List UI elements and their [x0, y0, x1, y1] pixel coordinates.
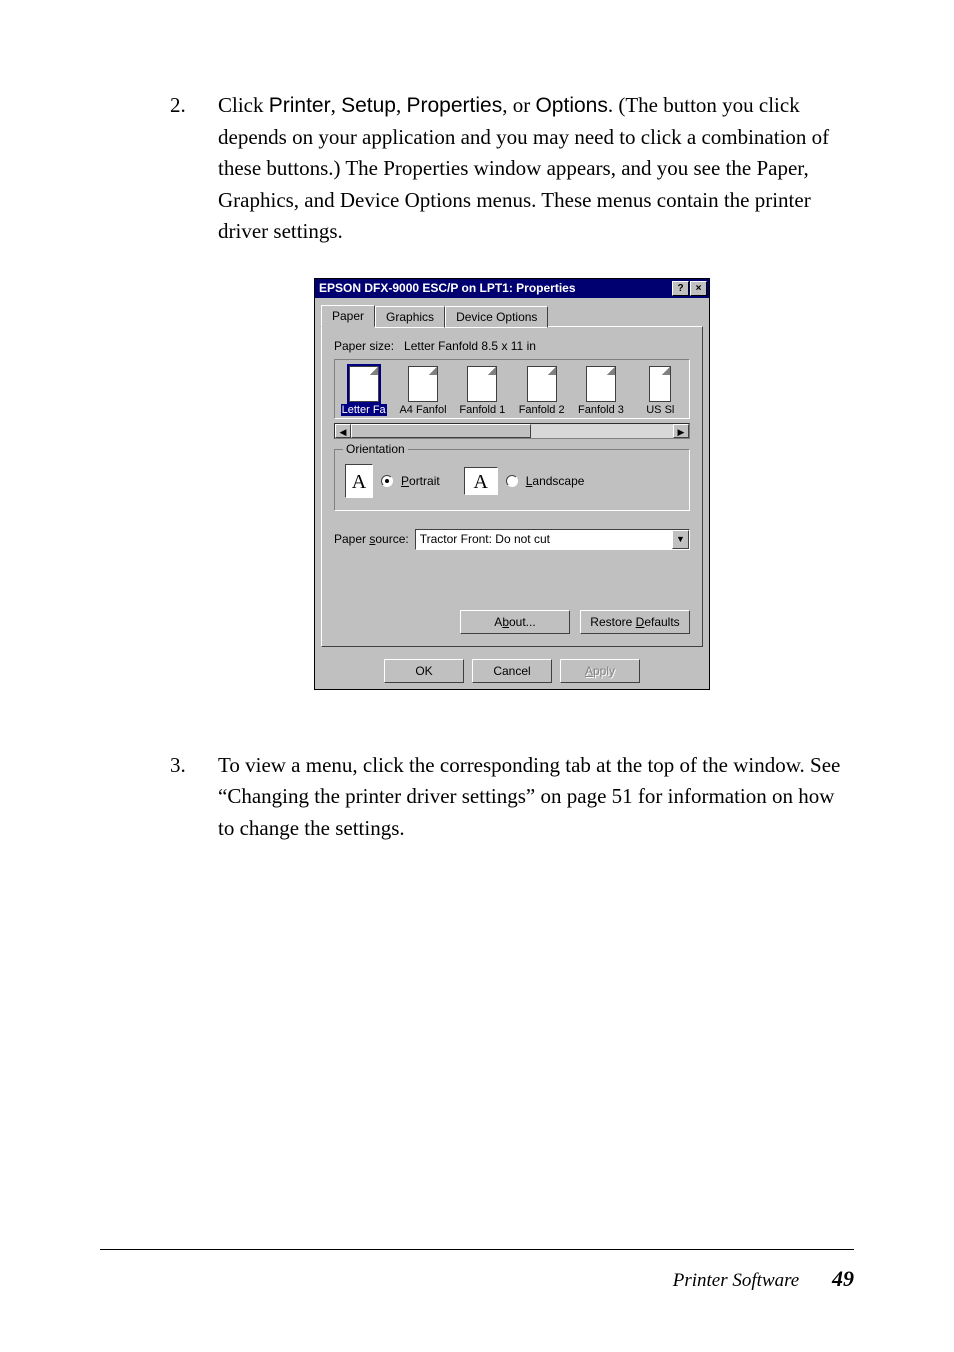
paper-label: Fanfold 2	[519, 404, 565, 416]
paper-size-value: Letter Fanfold 8.5 x 11 in	[404, 339, 536, 353]
restore-defaults-button[interactable]: Restore Defaults	[580, 610, 690, 634]
paper-icon	[649, 366, 671, 402]
step-3-number: 3.	[170, 750, 218, 845]
dialog-buttons: OK Cancel Apply	[315, 653, 709, 689]
paper-icon	[467, 366, 497, 402]
tab-page-paper: Paper size: Letter Fanfold 8.5 x 11 in L…	[321, 326, 703, 647]
footer-section: Printer Software	[673, 1270, 800, 1291]
text: , or	[502, 93, 535, 117]
portrait-icon: A	[345, 464, 373, 498]
paper-label: Letter Fa	[341, 404, 387, 416]
paper-icon	[527, 366, 557, 402]
portrait-label: Portrait	[401, 474, 440, 488]
step-3: 3. To view a menu, click the correspondi…	[170, 750, 854, 845]
paper-label: US Sl	[646, 404, 674, 416]
titlebar: EPSON DFX-9000 ESC/P on LPT1: Properties…	[315, 279, 709, 298]
titlebar-buttons: ? ×	[672, 281, 707, 296]
scroll-thumb[interactable]	[351, 424, 531, 438]
text: ,	[396, 93, 407, 117]
scroll-track[interactable]	[351, 424, 673, 438]
landscape-icon: A	[464, 467, 498, 495]
printer-word: Printer	[269, 94, 331, 117]
setup-word: Setup	[341, 94, 396, 117]
paper-item-f1[interactable]: Fanfold 1	[458, 366, 507, 416]
options-word: Options	[535, 94, 607, 117]
paper-icon	[408, 366, 438, 402]
dialog-wrapper: EPSON DFX-9000 ESC/P on LPT1: Properties…	[170, 278, 854, 690]
properties-dialog: EPSON DFX-9000 ESC/P on LPT1: Properties…	[314, 278, 710, 690]
about-button[interactable]: About...	[460, 610, 570, 634]
text: ,	[331, 93, 342, 117]
paper-label: Fanfold 1	[459, 404, 505, 416]
cancel-button[interactable]: Cancel	[472, 659, 552, 683]
paper-icon	[349, 366, 379, 402]
properties-word: Properties	[407, 94, 503, 117]
step-3-text: To view a menu, click the corresponding …	[218, 750, 854, 845]
ok-button[interactable]: OK	[384, 659, 464, 683]
help-button[interactable]: ?	[672, 281, 689, 296]
tab-paper[interactable]: Paper	[321, 305, 375, 327]
footer-page-number: 49	[832, 1266, 854, 1291]
paper-size-row: Paper size: Letter Fanfold 8.5 x 11 in	[334, 339, 690, 353]
step-2-text: Click Printer, Setup, Properties, or Opt…	[218, 90, 854, 248]
paper-icon	[586, 366, 616, 402]
paper-list-scrollbar[interactable]: ◀ ▶	[334, 423, 690, 439]
paper-item-a4[interactable]: A4 Fanfol	[398, 366, 447, 416]
tab-device-options[interactable]: Device Options	[445, 306, 548, 328]
portrait-radio[interactable]	[381, 475, 393, 487]
tab-graphics[interactable]: Graphics	[375, 306, 445, 328]
portrait-option[interactable]: A Portrait	[345, 464, 440, 498]
dialog-title: EPSON DFX-9000 ESC/P on LPT1: Properties	[319, 281, 576, 295]
landscape-label: Landscape	[526, 474, 585, 488]
orientation-group: Orientation A Portrait A Landscape	[334, 449, 690, 511]
orientation-title: Orientation	[343, 442, 408, 456]
apply-button[interactable]: Apply	[560, 659, 640, 683]
tab-buttons: About... Restore Defaults	[334, 610, 690, 634]
paper-size-label: Paper size:	[334, 339, 394, 353]
combo-dropdown-button[interactable]: ▼	[672, 530, 689, 549]
paper-source-combo[interactable]: Tractor Front: Do not cut ▼	[415, 529, 690, 550]
landscape-radio[interactable]	[506, 475, 518, 487]
scroll-right-button[interactable]: ▶	[673, 424, 689, 438]
paper-item-letter[interactable]: Letter Fa	[339, 366, 388, 416]
paper-item-ussl[interactable]: US Sl	[636, 366, 685, 416]
step-2: 2. Click Printer, Setup, Properties, or …	[170, 90, 854, 248]
paper-label: Fanfold 3	[578, 404, 624, 416]
paper-item-f2[interactable]: Fanfold 2	[517, 366, 566, 416]
text: Click	[218, 93, 269, 117]
landscape-option[interactable]: A Landscape	[464, 467, 585, 495]
paper-source-value: Tractor Front: Do not cut	[416, 530, 672, 549]
paper-source-row: Paper source: Tractor Front: Do not cut …	[334, 529, 690, 550]
paper-size-list[interactable]: Letter Fa A4 Fanfol Fanfold 1 Fanfold 2	[334, 359, 690, 419]
paper-source-label: Paper source:	[334, 532, 409, 546]
scroll-left-button[interactable]: ◀	[335, 424, 351, 438]
paper-label: A4 Fanfol	[399, 404, 446, 416]
page-footer: Printer Software 49	[100, 1249, 854, 1292]
step-2-number: 2.	[170, 90, 218, 248]
tabstrip: Paper Graphics Device Options	[315, 298, 709, 326]
paper-item-f3[interactable]: Fanfold 3	[576, 366, 625, 416]
close-button[interactable]: ×	[690, 281, 707, 296]
